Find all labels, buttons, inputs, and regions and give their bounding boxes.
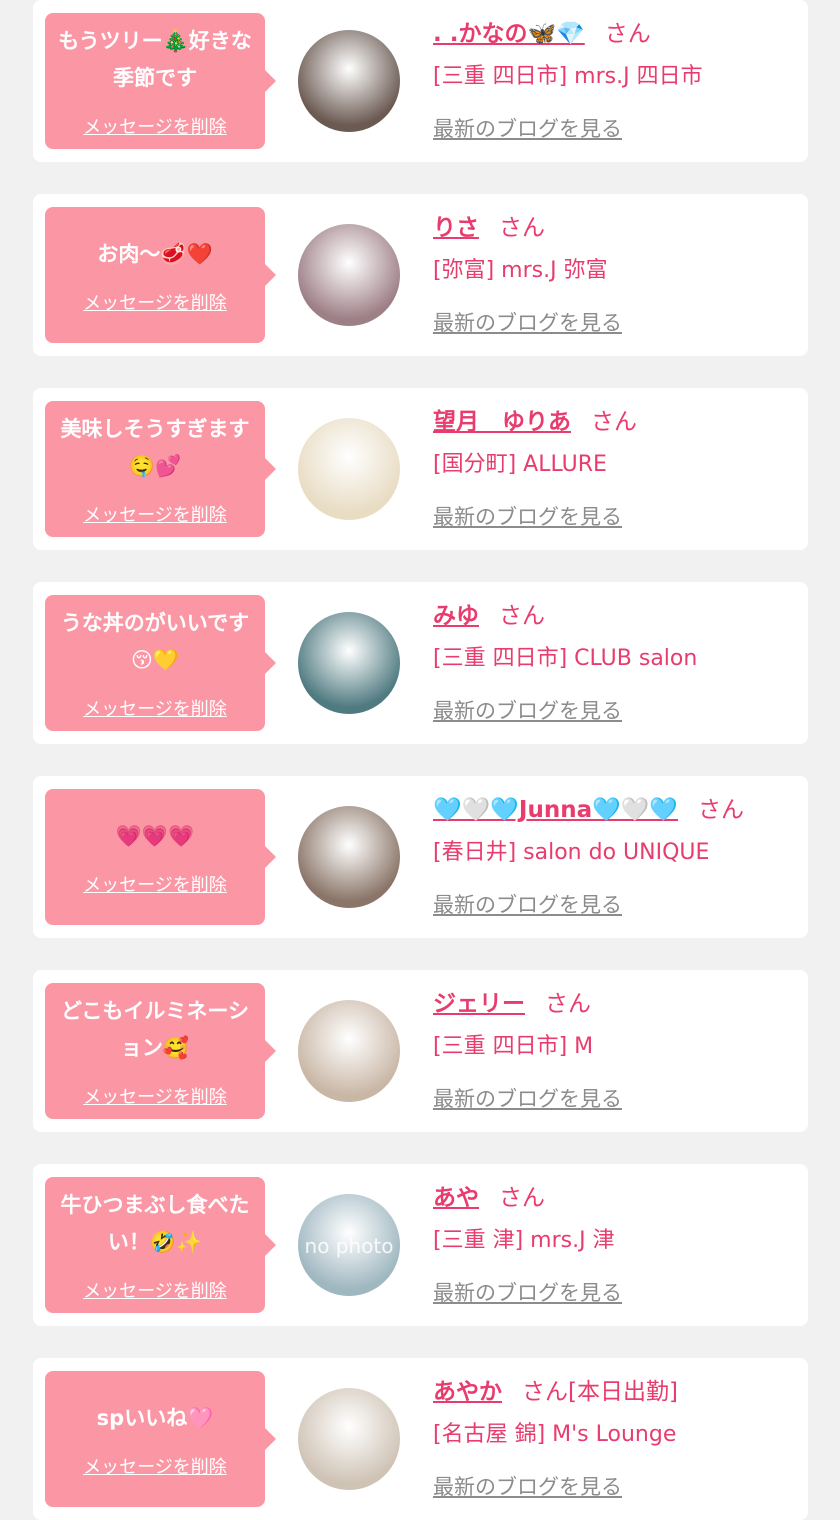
sender-name-link[interactable]: 望月 ゆりあ [433, 409, 571, 435]
shop-info: [三重 四日市] CLUB salon [433, 646, 698, 671]
message-bubble: 牛ひつまぶし食べたい！🤣✨ メッセージを削除 [45, 1177, 276, 1313]
message-text: どこもイルミネーション🥰 [61, 999, 249, 1060]
honorific: さん[本日出勤] [522, 1379, 678, 1405]
message-card: 💗💗💗 メッセージを削除 🩵🤍🩵Junna🩵🤍🩵 さん [春日井] salon d… [33, 776, 808, 938]
sender-name-link[interactable]: . .かなの🦋💎 [433, 21, 585, 47]
honorific: さん [499, 1185, 545, 1211]
name-line: . .かなの🦋💎 さん [433, 16, 803, 52]
sender-name-link[interactable]: あや [433, 1185, 479, 1211]
message-text: 💗💗💗 [115, 823, 195, 848]
message-text: 美味しそうすぎます🤤💕 [60, 417, 250, 478]
name-line: みゆ さん [433, 598, 803, 634]
message-card: 美味しそうすぎます🤤💕 メッセージを削除 望月 ゆりあ さん [国分町] ALLU… [33, 388, 808, 550]
message-card: どこもイルミネーション🥰 メッセージを削除 ジェリー さん [三重 四日市] M … [33, 970, 808, 1132]
message-bubble: spいいね🩷 メッセージを削除 [45, 1371, 276, 1507]
no-photo-label: no photo [304, 1234, 394, 1258]
sender-name-link[interactable]: みゆ [433, 603, 479, 629]
honorific: さん [545, 991, 591, 1017]
shop-info: [弥富] mrs.J 弥富 [433, 258, 608, 283]
avatar[interactable] [298, 418, 400, 520]
latest-blog-link[interactable]: 最新のブログを見る [433, 696, 803, 726]
message-text: spいいね🩷 [96, 1405, 214, 1430]
message-text: 牛ひつまぶし食べたい！🤣✨ [60, 1193, 250, 1254]
message-bubble: もうツリー🎄好きな季節です メッセージを削除 [45, 13, 276, 149]
message-list: もうツリー🎄好きな季節です メッセージを削除 . .かなの🦋💎 さん [三重 四日… [0, 0, 840, 1520]
shop-info: [三重 四日市] M [433, 1034, 594, 1059]
name-line: 望月 ゆりあ さん [433, 404, 803, 440]
delete-message-link[interactable]: メッセージを削除 [83, 501, 227, 527]
sender-name-link[interactable]: あやか [433, 1379, 502, 1405]
avatar[interactable] [298, 30, 400, 132]
sender-info: 望月 ゆりあ さん [国分町] ALLURE 最新のブログを見る [433, 404, 803, 532]
message-bubble: 💗💗💗 メッセージを削除 [45, 789, 276, 925]
latest-blog-link[interactable]: 最新のブログを見る [433, 890, 803, 920]
latest-blog-link[interactable]: 最新のブログを見る [433, 1472, 803, 1502]
name-line: りさ さん [433, 210, 803, 246]
message-card: spいいね🩷 メッセージを削除 あやか さん[本日出勤] [名古屋 錦] M's … [33, 1358, 808, 1520]
message-bubble: うな丼のがいいです😚💛 メッセージを削除 [45, 595, 276, 731]
message-card: うな丼のがいいです😚💛 メッセージを削除 みゆ さん [三重 四日市] CLUB … [33, 582, 808, 744]
delete-message-link[interactable]: メッセージを削除 [83, 289, 227, 315]
message-text: うな丼のがいいです😚💛 [60, 611, 250, 672]
name-line: あやか さん[本日出勤] [433, 1374, 803, 1410]
avatar[interactable] [298, 806, 400, 908]
sender-info: あやか さん[本日出勤] [名古屋 錦] M's Lounge 最新のブログを見る [433, 1374, 803, 1502]
shop-info: [名古屋 錦] M's Lounge [433, 1422, 677, 1447]
shop-info: [春日井] salon do UNIQUE [433, 840, 710, 865]
sender-info: みゆ さん [三重 四日市] CLUB salon 最新のブログを見る [433, 598, 803, 726]
sender-name-link[interactable]: 🩵🤍🩵Junna🩵🤍🩵 [433, 797, 678, 823]
message-text: お肉〜🥩❤️ [97, 241, 213, 266]
avatar[interactable] [298, 612, 400, 714]
sender-info: りさ さん [弥富] mrs.J 弥富 最新のブログを見る [433, 210, 803, 338]
honorific: さん [591, 409, 637, 435]
shop-info: [国分町] ALLURE [433, 452, 607, 477]
delete-message-link[interactable]: メッセージを削除 [83, 1083, 227, 1109]
latest-blog-link[interactable]: 最新のブログを見る [433, 1084, 803, 1114]
honorific: さん [698, 797, 745, 823]
latest-blog-link[interactable]: 最新のブログを見る [433, 308, 803, 338]
message-card: 牛ひつまぶし食べたい！🤣✨ メッセージを削除 no photo あや さん [三重… [33, 1164, 808, 1326]
latest-blog-link[interactable]: 最新のブログを見る [433, 1278, 803, 1308]
delete-message-link[interactable]: メッセージを削除 [83, 113, 227, 139]
message-bubble: お肉〜🥩❤️ メッセージを削除 [45, 207, 276, 343]
latest-blog-link[interactable]: 最新のブログを見る [433, 502, 803, 532]
honorific: さん [499, 215, 545, 241]
honorific: さん [604, 21, 651, 47]
avatar[interactable] [298, 1000, 400, 1102]
shop-info: [三重 四日市] mrs.J 四日市 [433, 64, 703, 89]
delete-message-link[interactable]: メッセージを削除 [83, 1453, 227, 1479]
sender-info: 🩵🤍🩵Junna🩵🤍🩵 さん [春日井] salon do UNIQUE 最新のブ… [433, 792, 803, 920]
honorific: さん [499, 603, 545, 629]
avatar[interactable]: no photo [298, 1194, 400, 1296]
message-bubble: 美味しそうすぎます🤤💕 メッセージを削除 [45, 401, 276, 537]
sender-name-link[interactable]: りさ [433, 215, 479, 241]
delete-message-link[interactable]: メッセージを削除 [83, 1277, 227, 1303]
sender-name-link[interactable]: ジェリー [433, 991, 525, 1017]
name-line: ジェリー さん [433, 986, 803, 1022]
latest-blog-link[interactable]: 最新のブログを見る [433, 114, 803, 144]
message-bubble: どこもイルミネーション🥰 メッセージを削除 [45, 983, 276, 1119]
message-card: もうツリー🎄好きな季節です メッセージを削除 . .かなの🦋💎 さん [三重 四日… [33, 0, 808, 162]
delete-message-link[interactable]: メッセージを削除 [83, 695, 227, 721]
shop-info: [三重 津] mrs.J 津 [433, 1228, 615, 1253]
avatar[interactable] [298, 1388, 400, 1490]
delete-message-link[interactable]: メッセージを削除 [83, 871, 227, 897]
avatar[interactable] [298, 224, 400, 326]
message-text: もうツリー🎄好きな季節です [58, 29, 252, 90]
sender-info: . .かなの🦋💎 さん [三重 四日市] mrs.J 四日市 最新のブログを見る [433, 16, 803, 144]
message-card: お肉〜🥩❤️ メッセージを削除 りさ さん [弥富] mrs.J 弥富 最新のブロ… [33, 194, 808, 356]
name-line: あや さん [433, 1180, 803, 1216]
sender-info: ジェリー さん [三重 四日市] M 最新のブログを見る [433, 986, 803, 1114]
sender-info: あや さん [三重 津] mrs.J 津 最新のブログを見る [433, 1180, 803, 1308]
name-line: 🩵🤍🩵Junna🩵🤍🩵 さん [433, 792, 803, 828]
